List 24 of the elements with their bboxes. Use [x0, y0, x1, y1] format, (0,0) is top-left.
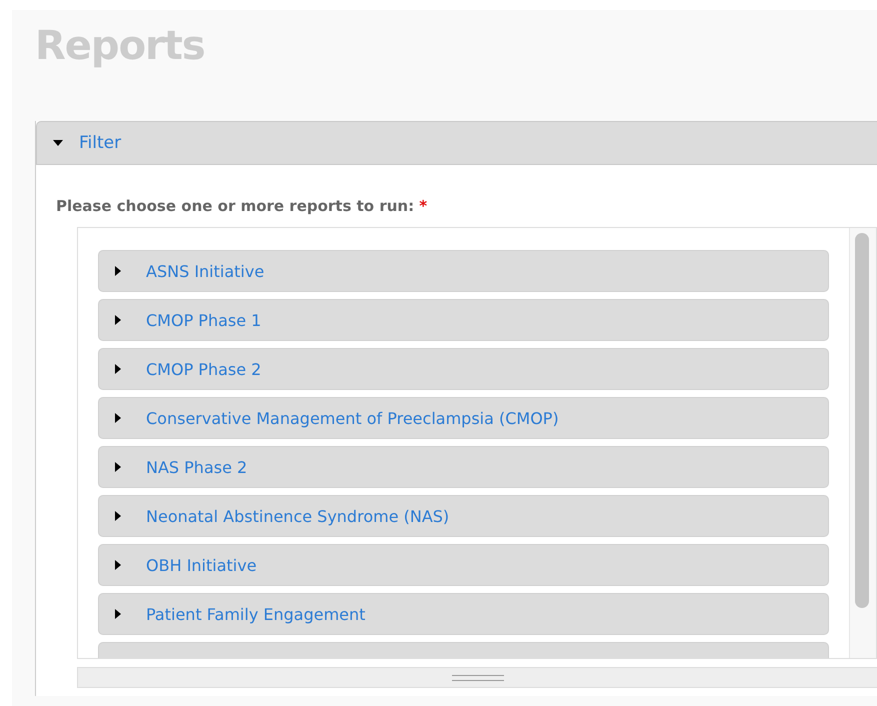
- report-item[interactable]: Patient Family Engagement: [98, 593, 829, 635]
- filter-header[interactable]: Filter: [36, 121, 877, 165]
- report-item[interactable]: OBH Initiative: [98, 544, 829, 586]
- grip-icon: [452, 674, 504, 680]
- caret-icon: [53, 140, 63, 146]
- scrollbar-thumb[interactable]: [855, 233, 869, 608]
- caret-icon: [115, 364, 121, 374]
- report-item[interactable]: ASNS Initiative: [98, 250, 829, 292]
- caret-icon: [115, 462, 121, 472]
- resize-handle[interactable]: [77, 667, 877, 688]
- prompt-label: Please choose one or more reports to run: *: [56, 197, 428, 215]
- report-item[interactable]: Conservative Management of Preeclampsia (CMOP): [98, 397, 829, 439]
- required-mark: *: [419, 197, 428, 215]
- caret-icon: [115, 511, 121, 521]
- caret-icon: [115, 413, 121, 423]
- scrollbar[interactable]: [849, 228, 876, 658]
- report-item[interactable]: NAS Phase 2: [98, 446, 829, 488]
- report-item[interactable]: CMOP Phase 1: [98, 299, 829, 341]
- caret-icon: [115, 266, 121, 276]
- caret-icon: [115, 560, 121, 570]
- report-item[interactable]: Neonatal Abstinence Syndrome (NAS): [98, 495, 829, 537]
- report-item[interactable]: CMOP Phase 2: [98, 348, 829, 390]
- caret-icon: [115, 315, 121, 325]
- caret-icon: [115, 609, 121, 619]
